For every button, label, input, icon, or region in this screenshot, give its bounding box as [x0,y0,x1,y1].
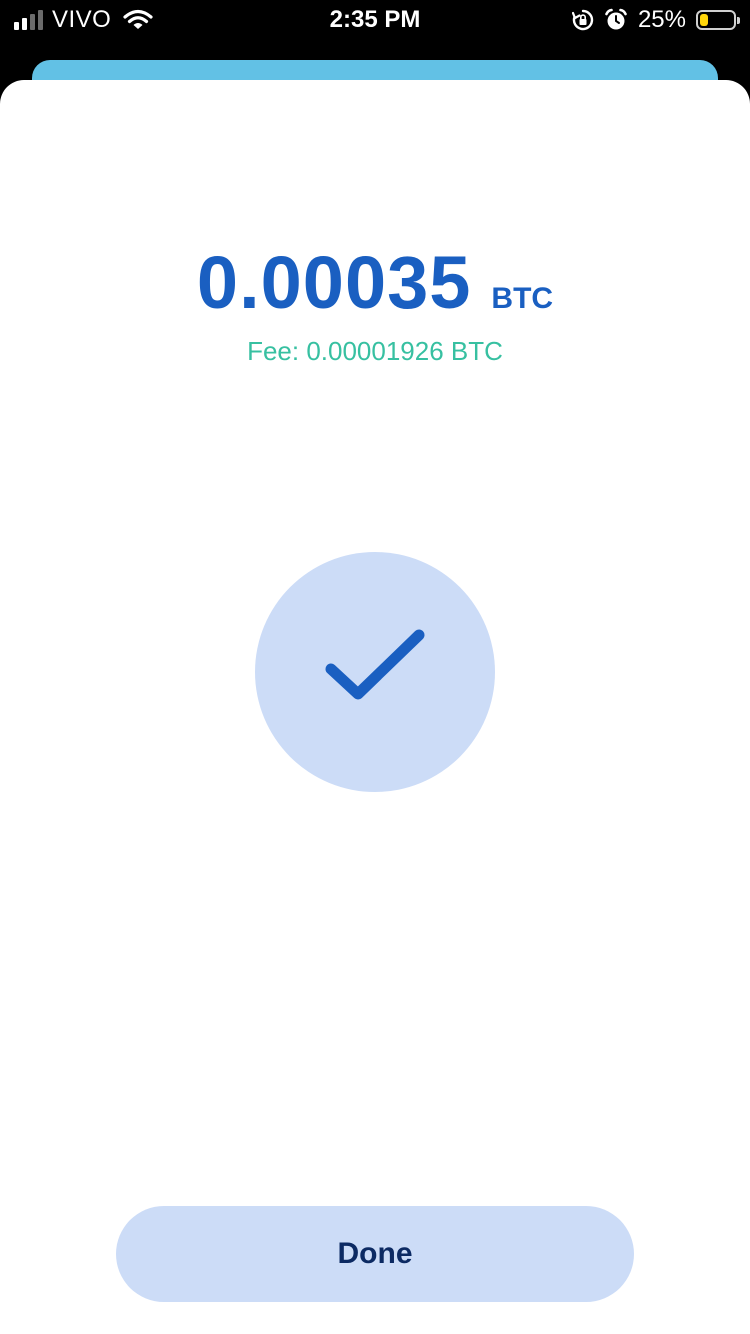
rotation-lock-icon [571,9,594,31]
checkmark-icon [325,629,425,700]
success-indicator [255,552,495,792]
alarm-icon [605,8,627,30]
done-button[interactable]: Done [116,1206,634,1302]
status-bar: VIVO 2:35 PM 25% [0,0,750,40]
amount-display: 0.00035 BTC [0,240,750,325]
battery-percent: 25% [637,6,686,33]
amount-unit: BTC [491,282,554,315]
battery-level [700,14,708,26]
transaction-success-sheet: 0.00035 BTC Fee: 0.00001926 BTC Done [0,80,750,1334]
amount-value: 0.00035 [196,241,472,324]
status-right: 25% [571,6,740,34]
battery-icon [696,10,740,30]
screen: VIVO 2:35 PM 25% 0.00035 BTC Fee: 0.0000… [0,0,750,1334]
fee-text: Fee: 0.00001926 BTC [247,336,503,366]
